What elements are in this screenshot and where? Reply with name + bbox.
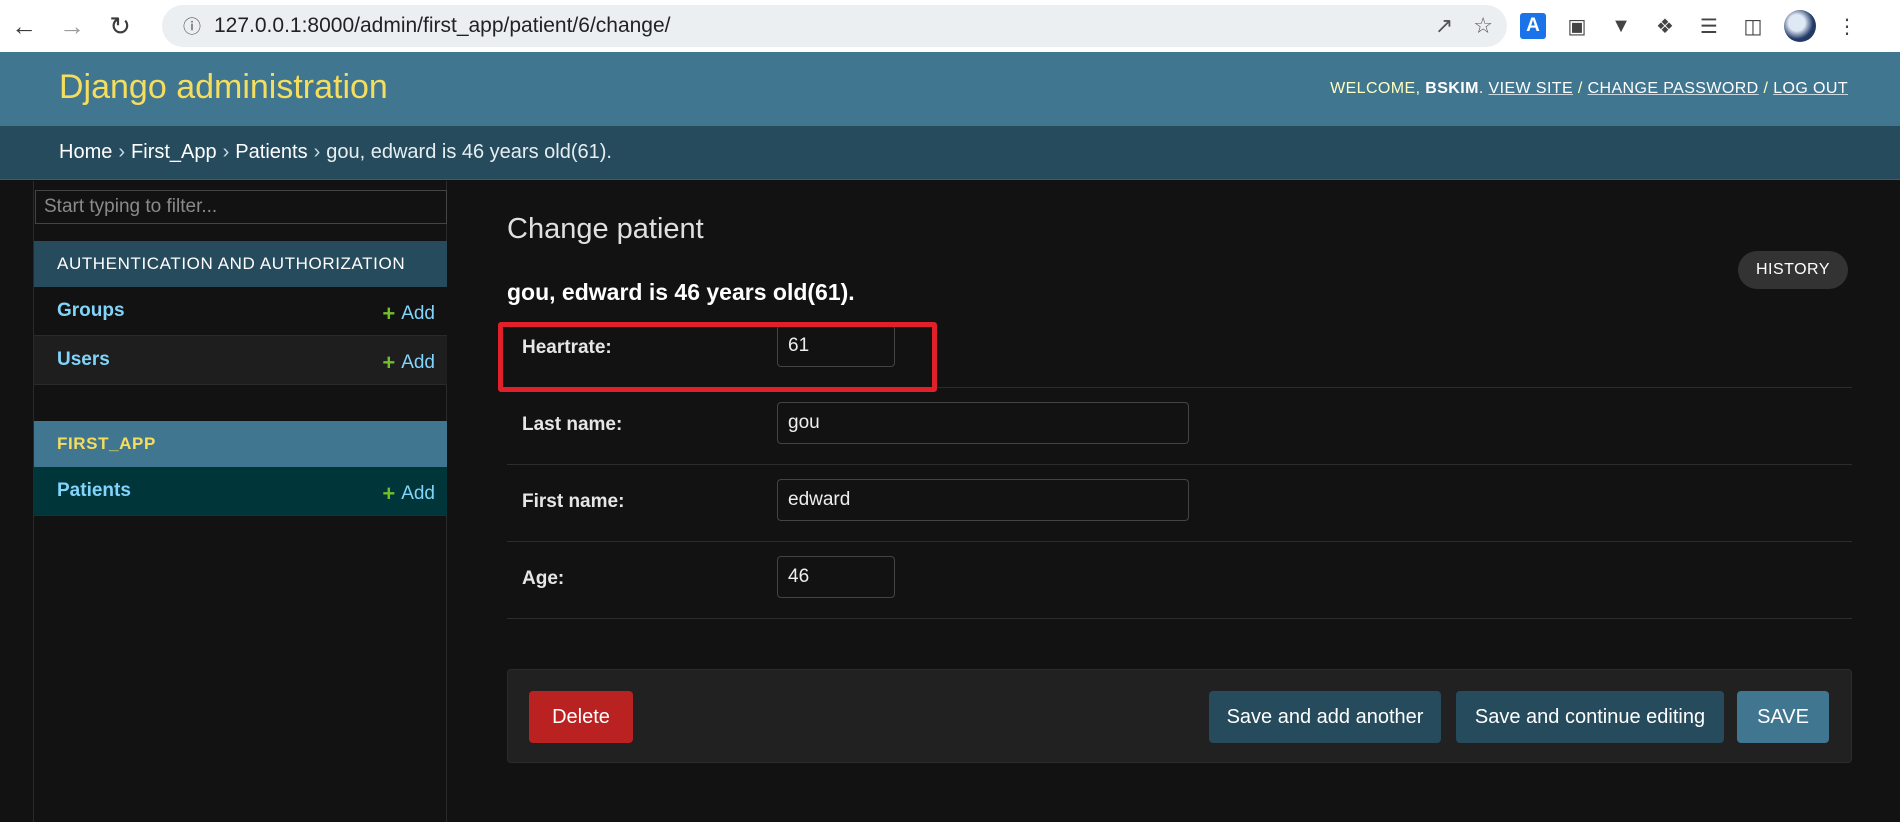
add-patients-link[interactable]: + Add xyxy=(382,481,435,507)
add-label[interactable]: Add xyxy=(401,303,435,325)
user-tools-period: . xyxy=(1478,80,1489,97)
form-row-last-name: Last name: xyxy=(507,388,1852,465)
site-title[interactable]: Django administration xyxy=(59,68,388,107)
browser-toolbar: ← → ↻ ⓘ 127.0.0.1:8000/admin/first_app/p… xyxy=(0,0,1900,52)
submit-row: Delete Save and add another Save and con… xyxy=(507,669,1852,763)
forward-arrow-icon[interactable]: → xyxy=(48,0,96,52)
add-users-link[interactable]: + Add xyxy=(382,350,435,376)
back-arrow-icon[interactable]: ← xyxy=(0,0,48,52)
add-groups-link[interactable]: + Add xyxy=(382,301,435,327)
heartrate-field[interactable] xyxy=(777,325,895,367)
breadcrumb-model[interactable]: Patients xyxy=(235,141,307,164)
translate-extension-icon[interactable]: A xyxy=(1520,13,1546,39)
admin-header: Django administration WELCOME, BSKIM. VI… xyxy=(0,52,1900,126)
plus-icon: + xyxy=(382,350,396,375)
plus-icon: + xyxy=(382,481,396,506)
kebab-menu-icon[interactable]: ⋮ xyxy=(1834,13,1860,39)
save-and-add-another-button[interactable]: Save and add another xyxy=(1209,691,1441,743)
save-and-continue-button[interactable]: Save and continue editing xyxy=(1456,691,1724,743)
history-button[interactable]: HISTORY xyxy=(1737,251,1848,289)
user-tools-separator: / xyxy=(1573,80,1588,97)
plus-icon: + xyxy=(382,301,396,326)
first-name-label: First name: xyxy=(522,491,625,512)
sidebar-item-label[interactable]: Patients xyxy=(57,480,131,502)
extensions-area: A ▣ ▼ ❖ ☰ ◫ ⋮ xyxy=(1520,0,1860,52)
user-tools: WELCOME, BSKIM. VIEW SITE / CHANGE PASSW… xyxy=(1330,80,1848,98)
breadcrumb-separator: › xyxy=(118,141,126,163)
sidebar-item-users[interactable]: Users + Add xyxy=(34,336,447,385)
site-info-icon[interactable]: ⓘ xyxy=(170,13,214,39)
sidebar-item-patients[interactable]: Patients + Add xyxy=(34,467,447,516)
nav-filter-input[interactable] xyxy=(35,190,447,224)
app-caption-first-app[interactable]: FIRST_APP xyxy=(34,421,447,467)
breadcrumb-separator: › xyxy=(222,141,230,163)
view-site-link[interactable]: VIEW SITE xyxy=(1489,80,1574,97)
form-row-heartrate: Heartrate: xyxy=(507,311,1852,388)
side-panel-icon[interactable]: ◫ xyxy=(1740,13,1766,39)
log-out-link[interactable]: LOG OUT xyxy=(1773,80,1848,97)
sidebar-item-groups[interactable]: Groups + Add xyxy=(34,287,447,336)
vue-extension-icon[interactable]: ▼ xyxy=(1608,13,1634,39)
user-tools-separator: / xyxy=(1758,80,1774,97)
age-label: Age: xyxy=(522,568,565,589)
sidebar-item-label[interactable]: Groups xyxy=(57,300,125,322)
bookmark-star-icon[interactable]: ☆ xyxy=(1473,13,1493,39)
breadcrumb: Home › First_App › Patients › gou, edwar… xyxy=(0,126,1900,180)
last-name-field[interactable] xyxy=(777,402,1189,444)
form-row-age: Age: xyxy=(507,542,1852,619)
breadcrumb-separator: › xyxy=(313,141,321,163)
age-field[interactable] xyxy=(777,556,895,598)
object-title: gou, edward is 46 years old(61). xyxy=(507,279,855,305)
first-name-field[interactable] xyxy=(777,479,1189,521)
sidebar-item-label[interactable]: Users xyxy=(57,349,110,371)
heartrate-label: Heartrate: xyxy=(522,337,612,358)
nav-sidebar: AUTHENTICATION AND AUTHORIZATION Groups … xyxy=(0,181,448,822)
main-content: Change patient HISTORY gou, edward is 46… xyxy=(448,181,1900,822)
app-caption-auth[interactable]: AUTHENTICATION AND AUTHORIZATION xyxy=(34,241,447,287)
screen-capture-extension-icon[interactable]: ▣ xyxy=(1564,13,1590,39)
address-bar[interactable]: ⓘ 127.0.0.1:8000/admin/first_app/patient… xyxy=(162,5,1507,47)
add-label[interactable]: Add xyxy=(401,483,435,505)
address-bar-actions: ↗ ☆ xyxy=(1435,5,1493,47)
page-title: Change patient xyxy=(507,213,704,245)
breadcrumb-home[interactable]: Home xyxy=(59,141,112,164)
profile-avatar[interactable] xyxy=(1784,10,1816,42)
url-text[interactable]: 127.0.0.1:8000/admin/first_app/patient/6… xyxy=(214,14,671,38)
media-playlist-icon[interactable]: ☰ xyxy=(1696,13,1722,39)
add-label[interactable]: Add xyxy=(401,352,435,374)
reload-icon[interactable]: ↻ xyxy=(96,0,144,52)
puzzle-extensions-icon[interactable]: ❖ xyxy=(1652,13,1678,39)
username: BSKIM xyxy=(1425,80,1479,97)
welcome-text: WELCOME, xyxy=(1330,80,1426,97)
breadcrumb-current: gou, edward is 46 years old(61). xyxy=(326,141,612,163)
share-icon[interactable]: ↗ xyxy=(1435,13,1453,39)
save-button[interactable]: SAVE xyxy=(1737,691,1829,743)
last-name-label: Last name: xyxy=(522,414,623,435)
form-row-first-name: First name: xyxy=(507,465,1852,542)
change-password-link[interactable]: CHANGE PASSWORD xyxy=(1588,80,1759,97)
breadcrumb-app[interactable]: First_App xyxy=(131,141,217,164)
delete-button[interactable]: Delete xyxy=(529,691,633,743)
sidebar-panel: AUTHENTICATION AND AUTHORIZATION Groups … xyxy=(33,181,447,822)
